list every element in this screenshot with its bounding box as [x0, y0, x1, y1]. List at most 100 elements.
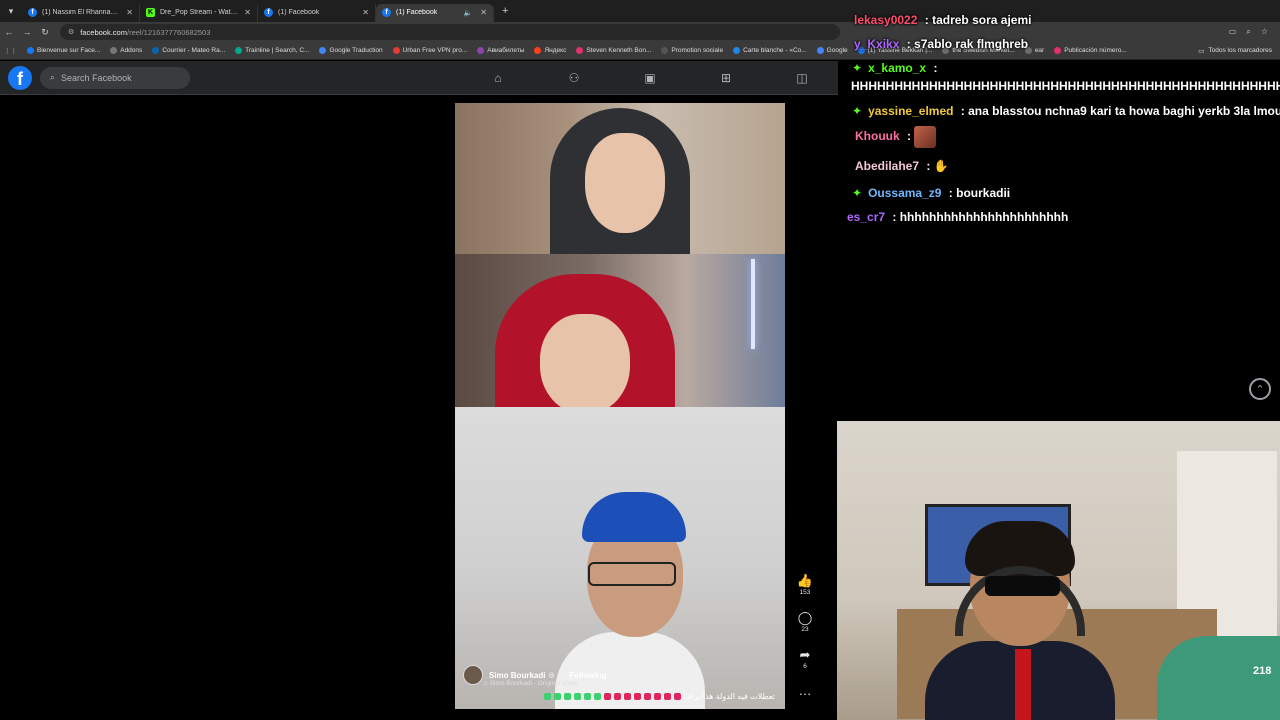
bookmark-item[interactable]: Steven Kenneth Bon...: [576, 47, 651, 54]
search-placeholder: Search Facebook: [61, 72, 132, 83]
chat-username: Khouuk: [855, 129, 900, 144]
chat-separator: :: [903, 37, 915, 51]
chat-username: yassine_elmed: [868, 104, 954, 118]
verified-icon: ◎: [548, 672, 555, 679]
chat-text: s7ablo rak flmghreb: [914, 37, 1029, 51]
chat-username: Oussama_z9: [868, 186, 942, 200]
emoji-icon: [584, 693, 592, 701]
chat-message: Khouuk :: [855, 126, 937, 148]
chat-username: es_cr7: [847, 210, 886, 224]
chat-message: lekasy0022 : tadreb sora ajemi: [854, 13, 1031, 27]
bookmark-item[interactable]: Addons: [110, 47, 142, 54]
kick-favicon-icon: K: [146, 8, 155, 17]
close-tab-icon[interactable]: ✕: [480, 8, 487, 17]
friends-icon[interactable]: ⚇: [536, 61, 612, 95]
bookmark-favicon-icon: [534, 47, 542, 54]
back-icon[interactable]: ←: [0, 27, 18, 37]
browser-tab[interactable]: f (1) Nassim El Rhannam | Faceb ✕: [22, 3, 140, 22]
emoji-icon: [674, 693, 682, 701]
dot-separator: ·: [560, 670, 564, 680]
avatar[interactable]: [463, 665, 483, 685]
facebook-search-input[interactable]: ⌕ Search Facebook: [40, 66, 190, 89]
video-panel-bottom: Simo Bourkadi ◎ · Following ♫ Simo Bourk…: [455, 407, 785, 709]
scroll-up-icon[interactable]: ⌃: [1249, 378, 1271, 400]
like-button[interactable]: 👍 153: [795, 574, 815, 596]
home-icon[interactable]: ⌂: [460, 61, 536, 95]
apps-icon[interactable]: ⋮⋮: [4, 47, 17, 55]
chat-separator: :: [957, 104, 969, 118]
hand-emoji-icon: ✋: [933, 159, 949, 173]
share-button[interactable]: ➦ 6: [795, 648, 815, 670]
bookmark-item[interactable]: Carte blanche - «Co...: [733, 47, 807, 54]
bookmark-label: Авиабилеты: [487, 47, 525, 54]
comment-count: 23: [801, 626, 809, 633]
browser-tab[interactable]: f (1) Facebook ✕: [258, 3, 376, 22]
close-tab-icon[interactable]: ✕: [362, 8, 369, 17]
chat-message: ✦ x_kamo_x :: [852, 61, 937, 75]
video-figure: [540, 314, 630, 407]
browser-tab-active[interactable]: f (1) Facebook 🔈 ✕: [376, 3, 494, 22]
video-figure: [915, 521, 1125, 720]
video-figure: [588, 562, 676, 586]
bookmark-favicon-icon: [392, 47, 400, 54]
site-info-icon[interactable]: ⚙: [68, 28, 74, 36]
emoji-icon: [554, 693, 562, 701]
bookmark-item[interactable]: Urban Free VPN pro...: [392, 47, 467, 54]
facebook-header: f ⌕ Search Facebook ⌂ ⚇ ▣ ⊞ ◫: [0, 61, 838, 95]
more-options-button[interactable]: …: [795, 684, 815, 697]
reload-icon[interactable]: ↻: [36, 27, 54, 38]
gaming-icon[interactable]: ◫: [764, 61, 840, 95]
browser-tab[interactable]: K Dre_Pop Stream - Watch Live o ✕: [140, 3, 258, 22]
close-tab-icon[interactable]: ✕: [244, 8, 251, 17]
video-figure: [582, 492, 686, 542]
reel-video[interactable]: Simo Bourkadi ◎ · Following ♫ Simo Bourk…: [455, 103, 785, 709]
new-tab-icon[interactable]: +: [502, 5, 508, 17]
bookmark-item[interactable]: Авиабилеты: [477, 47, 524, 54]
following-button[interactable]: Following: [569, 671, 606, 680]
tab-title: (1) Facebook: [396, 9, 438, 16]
bookmark-item[interactable]: Google Traduction: [319, 47, 383, 54]
watch-icon[interactable]: ▣: [612, 61, 688, 95]
tab-search-icon[interactable]: ▾: [0, 0, 22, 22]
tab-title: Dre_Pop Stream - Watch Live o: [160, 9, 240, 16]
bookmark-label: Promotion sociale: [671, 47, 724, 54]
reel-owner-name[interactable]: Simo Bourkadi: [489, 671, 545, 680]
bookmark-item[interactable]: Trainline | Search, C...: [235, 47, 309, 54]
comment-button[interactable]: ◯ 23: [795, 611, 815, 633]
emoji-icon: [564, 693, 572, 701]
comment-icon: ◯: [797, 610, 813, 625]
chat-separator: :: [903, 129, 915, 144]
facebook-logo[interactable]: f: [8, 65, 32, 90]
address-bar[interactable]: ⚙ facebook.com/reel/1216377760682503: [60, 24, 840, 40]
emoji-icon: [654, 693, 662, 701]
forward-icon[interactable]: →: [18, 27, 36, 37]
chat-username: y_Kxikx: [854, 37, 900, 51]
bookmark-item[interactable]: Яндекс: [534, 47, 566, 54]
bookmark-label: Google Traduction: [329, 47, 383, 54]
marketplace-icon[interactable]: ⊞: [688, 61, 764, 95]
chat-text: bourkadii: [956, 186, 1011, 200]
emoji-icon: [614, 693, 622, 701]
emoji-icon: [634, 693, 642, 701]
bookmark-item[interactable]: Promotion sociale: [661, 47, 723, 54]
bookmark-item[interactable]: Courrier - Mateo Ra...: [152, 47, 225, 54]
emoji-icon: [574, 693, 582, 701]
share-count: 6: [803, 663, 807, 670]
tab-title: (1) Facebook: [278, 9, 320, 16]
close-tab-icon[interactable]: ✕: [126, 8, 133, 17]
audio-playing-icon[interactable]: 🔈: [464, 9, 473, 17]
emoji-icon: [604, 693, 612, 701]
video-figure: [985, 576, 1060, 596]
bookmark-item[interactable]: Bienvenue sur Face...: [27, 47, 100, 54]
chat-username: x_kamo_x: [868, 61, 927, 75]
bookmark-favicon-icon: [110, 47, 118, 54]
stream-chat-overlay: lekasy0022 : tadreb sora ajemi y_Kxikx :…: [838, 0, 1280, 420]
reel-audio[interactable]: ♫ Simo Bourkadi · Original audio: [483, 680, 578, 687]
reel-caption-text: تعطلات فيه الدولة هذا براف: [683, 692, 775, 701]
chat-message: Abedilahe7 : ✋: [855, 159, 949, 173]
bookmark-favicon-icon: [576, 47, 584, 54]
chat-message: y_Kxikx : s7ablo rak flmghreb: [854, 37, 1028, 51]
bookmark-favicon-icon: [477, 47, 485, 54]
emote-icon: [914, 126, 937, 148]
chat-separator: :: [923, 159, 934, 173]
